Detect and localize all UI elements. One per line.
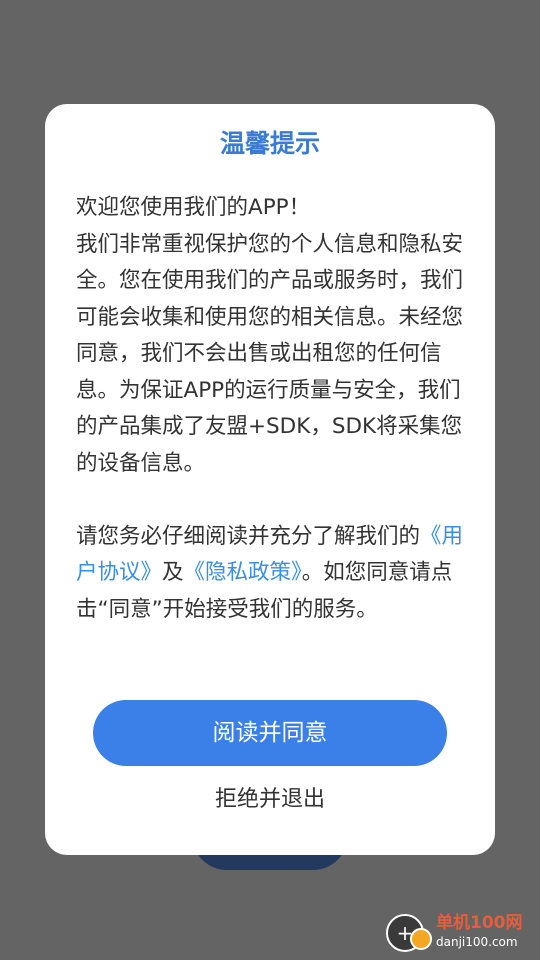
agreement-notice: 请您务必仔细阅读并充分了解我们的《用户协议》及《隐私政策》。如您同意请点击“同意…	[76, 519, 471, 629]
reject-exit-button[interactable]: 拒绝并退出	[170, 780, 370, 820]
agreement-prefix: 请您务必仔细阅读并充分了解我们的	[76, 523, 421, 549]
watermark-name: 单机100网	[436, 913, 523, 933]
watermark-badge-icon	[410, 928, 432, 950]
dialog-title: 温馨提示	[219, 129, 320, 158]
and-text: 及	[162, 560, 184, 585]
welcome-text: 欢迎您使用我们的APP！	[76, 195, 311, 220]
privacy-description: 我们非常重视保护您的个人信息和隐私安全。您在使用我们的产品或服务时，我们可能会收…	[76, 231, 464, 476]
watermark-url: danji100.com	[436, 935, 518, 949]
privacy-policy-link[interactable]: 《隐私政策》	[184, 560, 302, 585]
agree-button[interactable]: 阅读并同意	[93, 700, 447, 766]
watermark: 单机100网 danji100.com	[386, 910, 536, 956]
dialog-body: 欢迎您使用我们的APP！ 我们非常重视保护您的个人信息和隐私安全。您在使用我们的…	[76, 190, 471, 628]
privacy-dialog: 温馨提示 欢迎您使用我们的APP！ 我们非常重视保护您的个人信息和隐私安全。您在…	[45, 104, 495, 855]
